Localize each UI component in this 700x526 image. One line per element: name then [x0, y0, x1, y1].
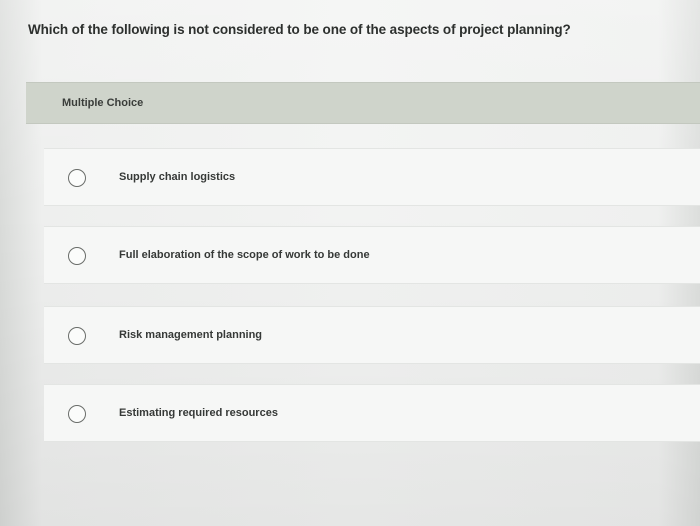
radio-button-icon[interactable] [68, 405, 86, 423]
answer-options: Supply chain logistics Full elaboration … [44, 148, 700, 462]
question-type-header: Multiple Choice [26, 82, 700, 124]
question-type-label: Multiple Choice [62, 97, 144, 109]
radio-button-icon[interactable] [68, 169, 86, 187]
answer-option-1[interactable]: Supply chain logistics [44, 148, 700, 206]
radio-button-icon[interactable] [68, 247, 86, 265]
question-text: Which of the following is not considered… [28, 22, 571, 37]
answer-option-label[interactable]: Full elaboration of the scope of work to… [119, 249, 370, 261]
answer-option-2[interactable]: Full elaboration of the scope of work to… [44, 226, 700, 284]
answer-option-label[interactable]: Risk management planning [119, 329, 262, 341]
answer-option-label[interactable]: Supply chain logistics [119, 171, 235, 183]
answer-option-3[interactable]: Risk management planning [44, 306, 700, 364]
radio-button-icon[interactable] [68, 327, 86, 345]
answer-option-4[interactable]: Estimating required resources [44, 384, 700, 442]
answer-option-label[interactable]: Estimating required resources [119, 407, 278, 419]
